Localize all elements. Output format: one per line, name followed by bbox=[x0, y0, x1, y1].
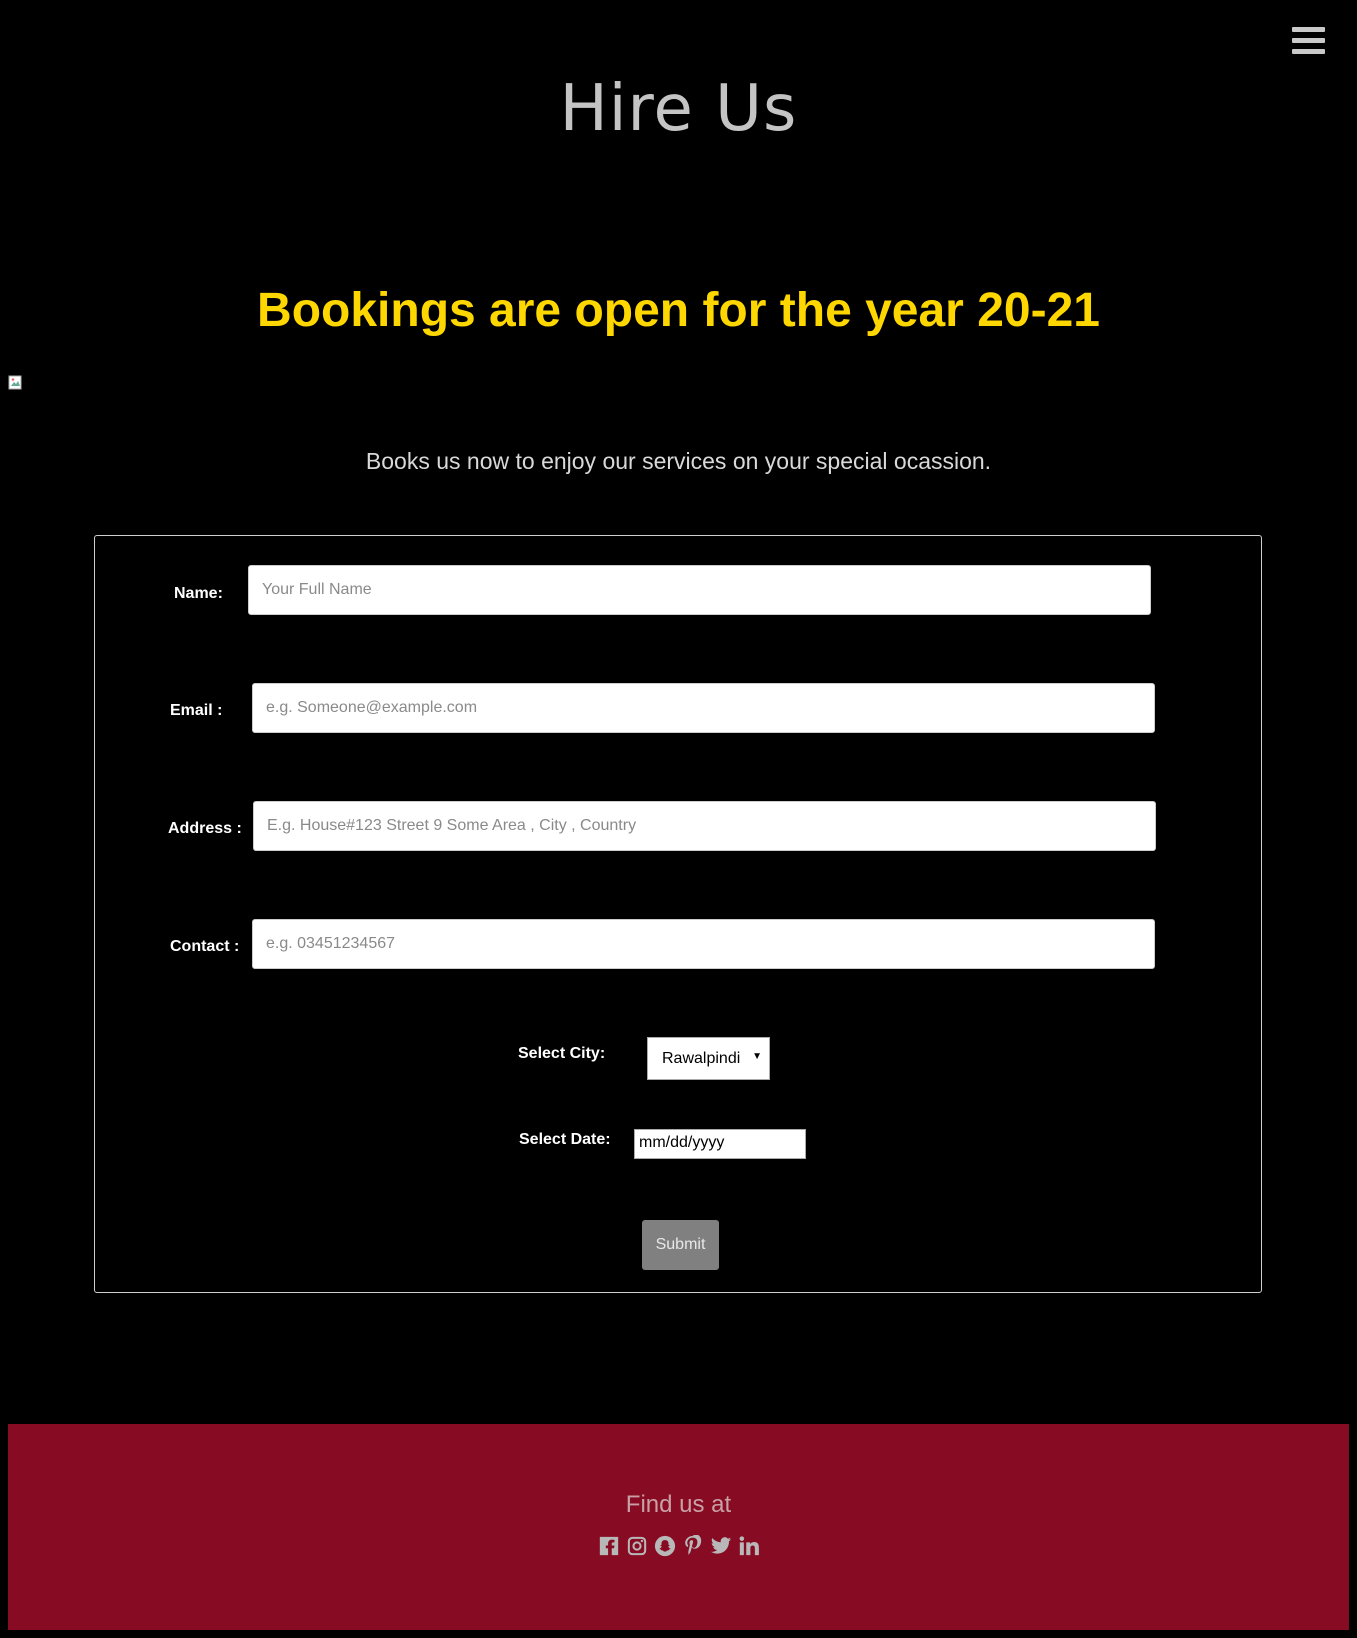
menu-bar bbox=[1292, 49, 1325, 54]
city-select[interactable]: Rawalpindi ▼ bbox=[647, 1037, 770, 1080]
pinterest-icon[interactable] bbox=[682, 1535, 704, 1557]
email-label: Email : bbox=[170, 702, 223, 719]
broken-image-icon bbox=[8, 375, 22, 390]
twitter-icon[interactable] bbox=[710, 1535, 732, 1557]
facebook-icon[interactable] bbox=[598, 1535, 620, 1557]
hamburger-menu-icon[interactable] bbox=[1292, 27, 1325, 55]
submit-button[interactable]: Submit bbox=[642, 1220, 719, 1270]
page-title: Hire Us bbox=[559, 72, 798, 146]
city-selected-value: Rawalpindi bbox=[662, 1050, 741, 1067]
date-label: Select Date: bbox=[519, 1131, 611, 1148]
social-links bbox=[8, 1535, 1349, 1557]
dropdown-arrow-icon: ▼ bbox=[752, 1051, 762, 1062]
city-label: Select City: bbox=[518, 1045, 606, 1062]
linkedin-icon[interactable] bbox=[738, 1535, 760, 1557]
name-field[interactable] bbox=[248, 565, 1151, 615]
date-input[interactable]: mm/dd/yyyy bbox=[634, 1129, 806, 1159]
name-label: Name: bbox=[174, 585, 223, 602]
page: Hire Us Bookings are open for the year 2… bbox=[0, 0, 1357, 1638]
footer-title: Find us at bbox=[625, 1491, 732, 1518]
contact-label: Contact : bbox=[170, 938, 240, 955]
snapchat-icon[interactable] bbox=[654, 1535, 676, 1557]
address-label: Address : bbox=[168, 820, 242, 837]
instagram-icon[interactable] bbox=[626, 1535, 648, 1557]
address-field[interactable] bbox=[253, 801, 1156, 851]
email-field[interactable] bbox=[252, 683, 1155, 733]
bookings-headline: Bookings are open for the year 20-21 bbox=[257, 284, 1100, 337]
menu-bar bbox=[1292, 38, 1325, 43]
menu-bar bbox=[1292, 27, 1325, 32]
contact-field[interactable] bbox=[252, 919, 1155, 969]
footer: Find us at bbox=[8, 1424, 1349, 1630]
booking-form: Name: Email : Address : Contact : Select… bbox=[94, 535, 1262, 1293]
intro-text: Books us now to enjoy our services on yo… bbox=[365, 448, 992, 474]
